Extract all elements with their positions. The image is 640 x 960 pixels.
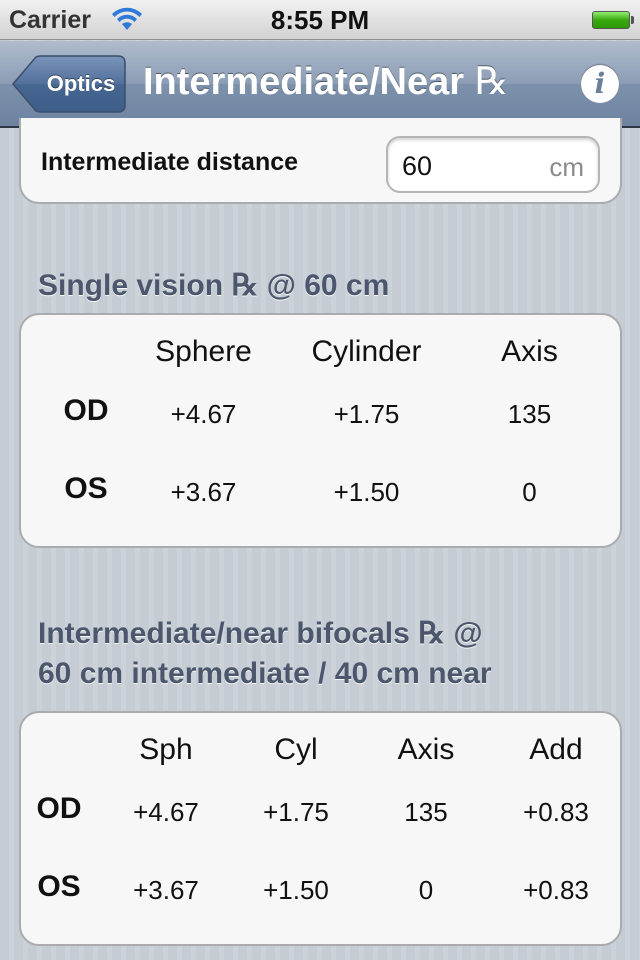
battery-tip — [631, 16, 634, 24]
od-cylinder-value: +1.75 — [333, 399, 400, 429]
od-cyl-value: +1.75 — [263, 797, 329, 827]
column-header-sphere: Sphere — [155, 335, 252, 368]
column-header-add: Add — [529, 733, 583, 766]
od-axis-value: 135 — [507, 399, 552, 429]
intermediate-distance-field[interactable]: cm — [386, 136, 600, 193]
column-header-sph: Sph — [139, 733, 193, 766]
od-sphere-value: +4.67 — [170, 399, 237, 429]
row-label-os: OS — [37, 870, 81, 903]
single-vision-table: Sphere Cylinder Axis OD +4.67 +1.75 135 … — [19, 313, 622, 548]
od-sph-value: +4.67 — [133, 797, 199, 827]
os-cylinder-value: +1.50 — [333, 477, 400, 507]
od-add-value: +0.83 — [523, 797, 589, 827]
page-title-text: Intermediate/Near — [143, 61, 465, 103]
os-add-value: +0.83 — [523, 875, 589, 905]
column-header-axis: Axis — [501, 335, 558, 368]
distance-card: Intermediate distance cm — [19, 118, 622, 204]
navigation-bar: Optics Intermediate/Near ℞ i — [0, 41, 640, 128]
bifocals-table: Sph Cyl Axis Add OD +4.67 +1.75 135 +0.8… — [19, 711, 622, 946]
page-title: Intermediate/Near ℞ — [143, 59, 509, 104]
column-header-cylinder: Cylinder — [311, 335, 422, 368]
row-label-os: OS — [64, 472, 108, 505]
back-button-label: Optics — [46, 71, 116, 96]
distance-unit-label: cm — [549, 152, 584, 182]
od-axis-value: 135 — [404, 797, 448, 827]
os-axis-value: 0 — [522, 477, 537, 507]
column-header-cyl: Cyl — [274, 733, 318, 766]
single-vision-header: Single vision ℞ @ 60 cm — [38, 269, 390, 302]
os-axis-value: 0 — [418, 875, 434, 905]
os-sph-value: +3.67 — [133, 875, 199, 905]
info-icon[interactable]: i — [581, 65, 619, 103]
bifocals-header-line2: 60 cm intermediate / 40 cm near — [38, 657, 492, 690]
row-label-od: OD — [63, 394, 109, 427]
column-header-axis: Axis — [397, 733, 455, 766]
bifocals-header: Intermediate/near bifocals ℞ @ 60 cm int… — [38, 614, 492, 694]
os-cyl-value: +1.50 — [263, 875, 329, 905]
status-bar: Carrier 8:55 PM — [0, 0, 640, 40]
clock: 8:55 PM — [270, 5, 370, 35]
intermediate-distance-label: Intermediate distance — [41, 148, 299, 176]
row-label-od: OD — [36, 792, 82, 825]
intermediate-distance-input[interactable] — [402, 151, 522, 182]
back-button[interactable]: Optics — [12, 55, 126, 113]
battery-full-icon — [592, 11, 630, 29]
bifocals-header-line1: Intermediate/near bifocals ℞ @ — [38, 617, 483, 650]
rx-symbol: ℞ — [474, 61, 509, 103]
os-sphere-value: +3.67 — [170, 477, 237, 507]
